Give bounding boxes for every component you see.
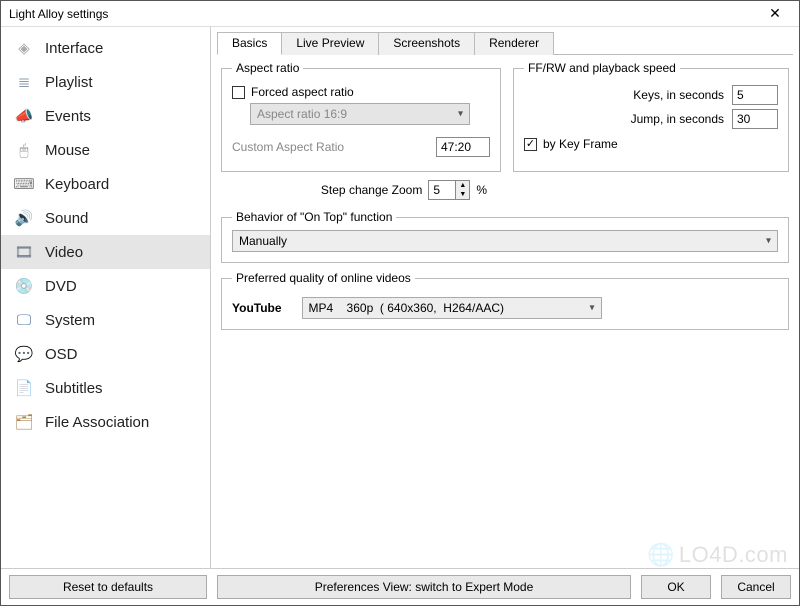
film-icon: 🎞 xyxy=(15,243,33,261)
quality-group: Preferred quality of online videos YouTu… xyxy=(221,271,789,330)
quality-provider-label: YouTube xyxy=(232,301,282,315)
ontop-legend: Behavior of "On Top" function xyxy=(232,210,396,224)
quality-legend: Preferred quality of online videos xyxy=(232,271,415,285)
spinner-up-icon[interactable]: ▲ xyxy=(456,181,469,190)
step-zoom-label: Step change Zoom xyxy=(321,183,422,197)
window-body: ◈ Interface ≣ Playlist 📣 Events 🖱 Mouse … xyxy=(1,27,799,568)
sidebar-item-file-association[interactable]: 🗂 File Association xyxy=(1,405,210,439)
aspect-ratio-legend: Aspect ratio xyxy=(232,61,303,75)
ffrw-legend: FF/RW and playback speed xyxy=(524,61,680,75)
settings-window: Light Alloy settings ✕ ◈ Interface ≣ Pla… xyxy=(0,0,800,606)
sidebar-item-keyboard[interactable]: ⌨ Keyboard xyxy=(1,167,210,201)
sidebar-item-subtitles[interactable]: 📄 Subtitles xyxy=(1,371,210,405)
tab-basics[interactable]: Basics xyxy=(217,32,282,55)
sidebar-item-sound[interactable]: 🔊 Sound xyxy=(1,201,210,235)
sidebar-item-label: System xyxy=(45,312,95,329)
keys-seconds-label: Keys, in seconds xyxy=(633,88,724,102)
titlebar: Light Alloy settings ✕ xyxy=(1,1,799,27)
content-area: Basics Live Preview Screenshots Renderer… xyxy=(211,27,799,568)
list-icon: ≣ xyxy=(15,73,33,91)
aspect-ratio-select-value: Aspect ratio 16:9 xyxy=(257,107,347,121)
reset-defaults-button[interactable]: Reset to defaults xyxy=(9,575,207,599)
spinner-down-icon[interactable]: ▼ xyxy=(456,190,469,199)
sidebar-item-label: DVD xyxy=(45,278,77,295)
sidebar-item-osd[interactable]: 💬 OSD xyxy=(1,337,210,371)
footer: Reset to defaults Preferences View: swit… xyxy=(1,568,799,605)
window-title: Light Alloy settings xyxy=(5,7,108,21)
sidebar-item-video[interactable]: 🎞 Video xyxy=(1,235,210,269)
keyboard-icon: ⌨ xyxy=(15,175,33,193)
sidebar-item-label: File Association xyxy=(45,414,149,431)
keyframe-label: by Key Frame xyxy=(543,137,618,151)
ontop-group: Behavior of "On Top" function Manually ▾ xyxy=(221,210,789,263)
sidebar-item-label: Events xyxy=(45,108,91,125)
forced-aspect-label: Forced aspect ratio xyxy=(251,85,354,99)
chevron-down-icon: ▾ xyxy=(766,236,771,247)
step-zoom-spinner[interactable]: ▲ ▼ xyxy=(428,180,470,200)
sidebar-item-label: OSD xyxy=(45,346,78,363)
tab-content-basics: Aspect ratio Forced aspect ratio Aspect … xyxy=(217,55,793,568)
sidebar-item-label: Playlist xyxy=(45,74,93,91)
tab-renderer[interactable]: Renderer xyxy=(474,32,554,55)
sidebar: ◈ Interface ≣ Playlist 📣 Events 🖱 Mouse … xyxy=(1,27,211,568)
cancel-button[interactable]: Cancel xyxy=(721,575,791,599)
disc-icon: 💿 xyxy=(15,277,33,295)
quality-select-value: MP4 360p ( 640x360, H264/AAC) xyxy=(309,301,504,315)
sidebar-item-playlist[interactable]: ≣ Playlist xyxy=(1,65,210,99)
step-zoom-suffix: % xyxy=(476,183,487,197)
sidebar-item-events[interactable]: 📣 Events xyxy=(1,99,210,133)
jump-seconds-input[interactable] xyxy=(732,109,778,129)
quality-select[interactable]: MP4 360p ( 640x360, H264/AAC) ▾ xyxy=(302,297,602,319)
tab-bar: Basics Live Preview Screenshots Renderer xyxy=(217,31,793,55)
chevron-down-icon: ▾ xyxy=(590,303,595,314)
megaphone-icon: 📣 xyxy=(15,107,33,125)
sidebar-item-system[interactable]: 🖵 System xyxy=(1,303,210,337)
sidebar-item-dvd[interactable]: 💿 DVD xyxy=(1,269,210,303)
page-icon: 📄 xyxy=(15,379,33,397)
ok-button[interactable]: OK xyxy=(641,575,711,599)
step-zoom-input[interactable] xyxy=(428,180,456,200)
mouse-icon: 🖱 xyxy=(15,141,33,159)
aspect-ratio-select[interactable]: Aspect ratio 16:9 ▾ xyxy=(250,103,470,125)
ffrw-group: FF/RW and playback speed Keys, in second… xyxy=(513,61,789,172)
custom-aspect-input[interactable] xyxy=(436,137,490,157)
custom-aspect-label: Custom Aspect Ratio xyxy=(232,140,344,154)
sidebar-item-label: Mouse xyxy=(45,142,90,159)
forced-aspect-checkbox[interactable] xyxy=(232,86,245,99)
sidebar-item-label: Subtitles xyxy=(45,380,103,397)
ontop-select-value: Manually xyxy=(239,234,287,248)
monitor-icon: 🖵 xyxy=(15,311,33,329)
sidebar-item-label: Interface xyxy=(45,40,103,57)
keys-seconds-input[interactable] xyxy=(732,85,778,105)
speaker-icon: 🔊 xyxy=(15,209,33,227)
keyframe-checkbox[interactable] xyxy=(524,138,537,151)
close-button[interactable]: ✕ xyxy=(755,1,795,26)
sidebar-item-interface[interactable]: ◈ Interface xyxy=(1,31,210,65)
sidebar-item-mouse[interactable]: 🖱 Mouse xyxy=(1,133,210,167)
folder-icon: 🗂 xyxy=(15,413,33,431)
ontop-select[interactable]: Manually ▾ xyxy=(232,230,778,252)
sidebar-item-label: Keyboard xyxy=(45,176,109,193)
tab-live-preview[interactable]: Live Preview xyxy=(281,32,379,55)
tab-screenshots[interactable]: Screenshots xyxy=(378,32,475,55)
sidebar-item-label: Sound xyxy=(45,210,88,227)
aspect-ratio-group: Aspect ratio Forced aspect ratio Aspect … xyxy=(221,61,501,172)
jump-seconds-label: Jump, in seconds xyxy=(631,112,724,126)
diamond-icon: ◈ xyxy=(15,39,33,57)
chevron-down-icon: ▾ xyxy=(458,109,463,120)
speech-bubble-icon: 💬 xyxy=(15,345,33,363)
sidebar-item-label: Video xyxy=(45,244,83,261)
preferences-view-button[interactable]: Preferences View: switch to Expert Mode xyxy=(217,575,631,599)
